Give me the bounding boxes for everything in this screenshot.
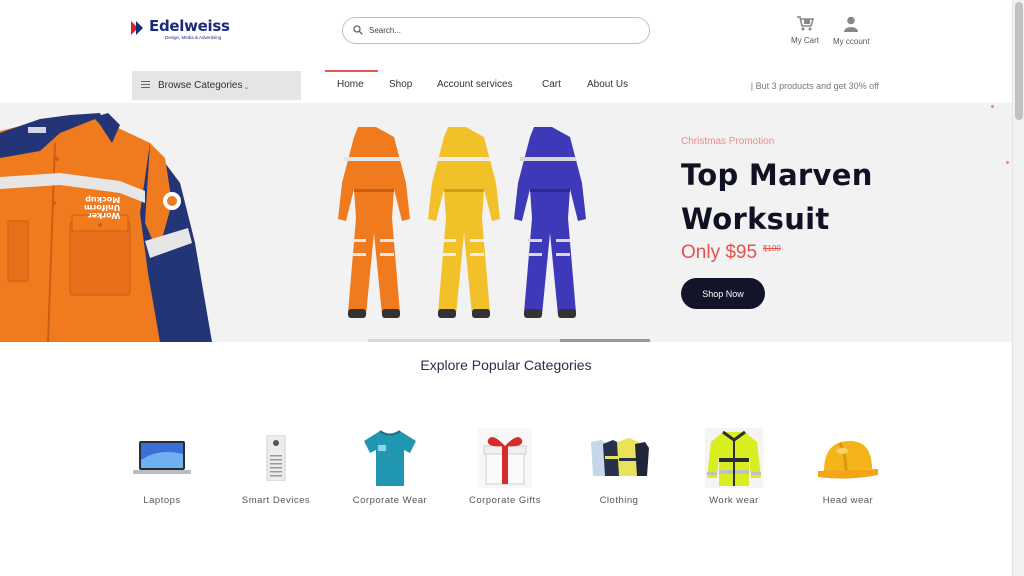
gift-box-icon <box>474 428 536 488</box>
page: Edelweiss Design, Media & Advertising My… <box>0 0 1024 576</box>
hero-old-price: $100 <box>763 244 781 253</box>
user-icon <box>843 16 859 34</box>
hero-banner: Worker Uniform Mockup Christmas Promotio… <box>0 103 1012 342</box>
search-icon[interactable] <box>353 22 363 40</box>
decorative-dot <box>991 105 994 108</box>
laptop-icon <box>131 428 193 488</box>
category-clothing[interactable]: Clothing <box>569 428 669 506</box>
promo-strip-text: | But 3 products and get 30% off <box>750 81 879 91</box>
category-laptops[interactable]: Laptops <box>112 428 212 506</box>
jacket-print-line: Worker <box>87 211 121 220</box>
hero-price: Only $95 <box>681 242 758 263</box>
nav-about-us[interactable]: About Us <box>587 79 628 90</box>
logo-mark-icon <box>131 21 147 35</box>
brand-name: Edelweiss <box>149 17 230 35</box>
category-label: Corporate Gifts <box>469 495 541 506</box>
jackets-icon <box>588 428 650 488</box>
tshirt-icon <box>359 428 421 488</box>
hero-jacket-image: Worker Uniform Mockup <box>0 103 215 342</box>
cart-icon <box>796 16 815 33</box>
brand-tagline: Design, Media & Advertising <box>165 35 222 40</box>
chevron-down-icon: ⌄ <box>243 83 250 91</box>
browse-categories-button[interactable]: Browse Categories ⌄ <box>132 71 301 100</box>
category-label: Laptops <box>143 495 181 506</box>
air-purifier-icon <box>245 428 307 488</box>
search-bar <box>342 17 650 44</box>
category-work-wear[interactable]: Work wear <box>684 428 784 506</box>
category-label: Work wear <box>709 495 759 506</box>
hero-title: Top Marven Worksuit <box>681 158 873 236</box>
category-corporate-wear[interactable]: Corporate Wear <box>340 428 440 506</box>
category-label: Clothing <box>599 495 639 506</box>
category-label: Smart Devices <box>241 495 311 506</box>
category-head-wear[interactable]: Head wear <box>798 428 898 506</box>
category-corporate-gifts[interactable]: Corporate Gifts <box>455 428 555 506</box>
decorative-dot <box>1006 161 1009 164</box>
category-smart-devices[interactable]: Smart Devices <box>226 428 326 506</box>
slider-progress[interactable] <box>560 339 650 342</box>
brand-logo[interactable]: Edelweiss Design, Media & Advertising <box>131 18 241 44</box>
nav-shop[interactable]: Shop <box>389 79 412 90</box>
hard-hat-icon <box>817 428 879 488</box>
jacket-print-text: Worker Uniform Mockup <box>84 195 121 220</box>
category-label: Corporate Wear <box>352 495 428 506</box>
hero-label: Christmas Promotion <box>681 136 775 147</box>
scrollbar-thumb[interactable] <box>1015 2 1023 120</box>
nav-active-indicator <box>325 70 378 72</box>
jacket-print-line: Uniform <box>84 203 121 212</box>
nav-cart[interactable]: Cart <box>542 79 561 90</box>
jacket-print-line: Mockup <box>85 195 121 204</box>
shop-now-button[interactable]: Shop Now <box>681 278 765 309</box>
category-label: Head wear <box>822 495 874 506</box>
nav-account-services[interactable]: Account services <box>437 79 513 90</box>
search-input[interactable] <box>369 26 619 35</box>
my-account-label: My ccount <box>833 37 870 46</box>
hi-vis-jacket-icon <box>703 428 765 488</box>
page-scrollbar[interactable] <box>1012 0 1024 576</box>
my-account-button[interactable]: My ccount <box>833 16 869 46</box>
nav-home[interactable]: Home <box>337 79 364 90</box>
browse-categories-label: Browse Categories <box>158 80 243 91</box>
my-cart-label: My Cart <box>791 36 819 45</box>
categories-title: Explore Popular Categories <box>420 357 592 373</box>
hero-coveralls-image <box>332 123 592 328</box>
menu-icon <box>141 80 150 91</box>
my-cart-button[interactable]: My Cart <box>791 16 819 45</box>
